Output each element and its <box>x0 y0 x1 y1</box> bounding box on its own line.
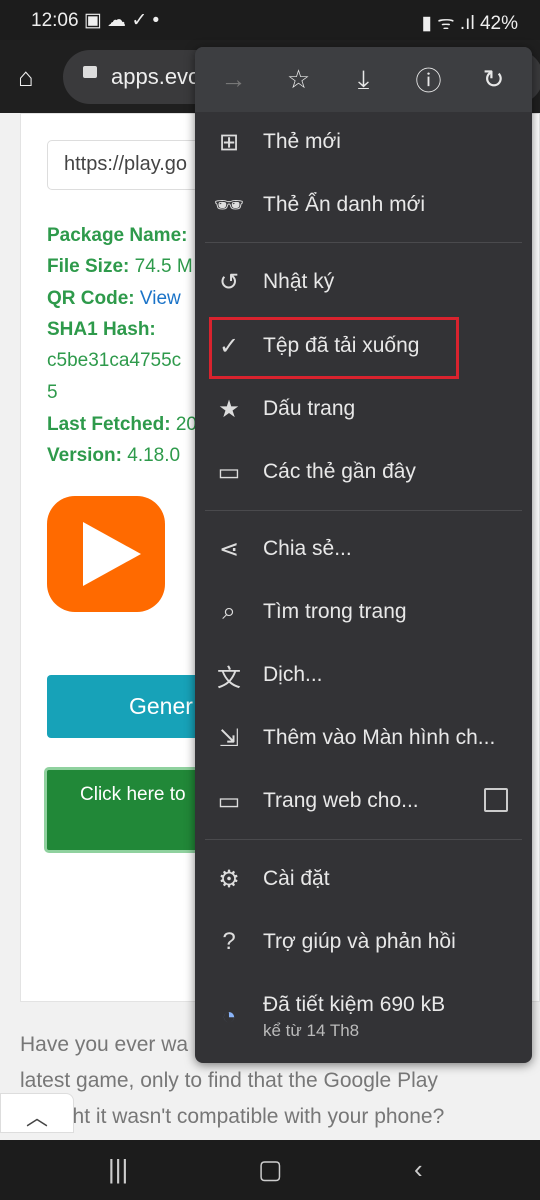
speedometer-icon: ◔ <box>221 1003 237 1030</box>
find-icon: ⌕ <box>222 598 236 625</box>
menu-item[interactable]: ↺ Nhật ký <box>195 254 532 310</box>
menu-item-label: Nhật ký <box>263 270 335 293</box>
notification-icons: ▣ ☁ ✓ • <box>83 10 160 31</box>
menu-item-label: Trợ giúp và phản hồi <box>263 930 456 953</box>
version-value: 4.18.0 <box>127 445 181 466</box>
history-icon: ↺ <box>218 268 240 296</box>
menu-item-label: Thẻ Ẩn danh mới <box>263 193 426 216</box>
app-logo <box>47 496 165 612</box>
sha-value-tail: 5 <box>47 382 58 403</box>
add-home-icon: ⇲ <box>218 724 240 752</box>
chevron-up-icon: ︿ <box>25 1105 48 1130</box>
menu-item[interactable]: ⋖ Chia sẻ... <box>195 521 532 577</box>
lock-icon <box>83 66 97 78</box>
desktop-site-checkbox[interactable] <box>484 788 508 812</box>
menu-item[interactable]: 文 Dịch... <box>195 647 532 703</box>
settings-icon: ⚙ <box>218 865 240 893</box>
bookmark-star-icon: ★ <box>218 395 240 423</box>
divider <box>205 839 522 840</box>
menu-item-label: Các thẻ gần đây <box>263 460 416 483</box>
highlight-box <box>209 317 459 379</box>
recents-icon[interactable]: ||| <box>108 1154 128 1185</box>
signal-icons: ▮ ᯤ .ıl <box>421 13 480 34</box>
forward-icon[interactable]: → <box>214 64 254 95</box>
menu-item[interactable]: ⚙ Cài đặt <box>195 851 532 907</box>
menu-item[interactable]: ? Trợ giúp và phản hồi <box>195 914 532 970</box>
savings-title: Đã tiết kiệm 690 kB <box>263 993 446 1016</box>
home-button-icon[interactable]: ▢ <box>258 1154 283 1185</box>
menu-item-label: Trang web cho... <box>263 789 419 812</box>
package-label: Package Name: <box>47 225 188 246</box>
menu-item[interactable]: ▭ Trang web cho... <box>195 773 532 829</box>
menu-item-label: Dịch... <box>263 663 323 686</box>
data-savings-item[interactable]: ◔ Đã tiết kiệm 690 kB kể từ 14 Th8 <box>195 987 532 1047</box>
help-icon: ? <box>222 928 236 955</box>
sha-label: SHA1 Hash: <box>47 319 156 340</box>
menu-item-label: Thêm vào Màn hình ch... <box>263 726 496 749</box>
incognito-icon: 🕶 <box>213 191 245 219</box>
menu-item-label: Tìm trong trang <box>263 600 407 623</box>
filesize-value: 74.5 M <box>134 256 193 277</box>
menu-item-label: Thẻ mới <box>263 130 341 153</box>
new-tab-icon: ⊞ <box>218 128 240 156</box>
refresh-icon[interactable]: ↻ <box>474 64 514 95</box>
home-icon[interactable]: ⌂ <box>18 62 46 92</box>
savings-subtitle: kể từ 14 Th8 <box>263 1021 360 1040</box>
menu-toolbar: → ☆ ⤓ ⓘ ↻ <box>195 47 532 112</box>
menu-item[interactable]: ⊞ Thẻ mới <box>195 114 532 170</box>
browser-menu: → ☆ ⤓ ⓘ ↻ ⊞ Thẻ mới 🕶 Thẻ Ẩn danh mới ↺ Nhật … <box>195 47 532 1063</box>
system-nav-bar: ||| ▢ ‹ <box>0 1140 540 1200</box>
download-icon[interactable]: ⤓ <box>344 64 384 96</box>
share-icon: ⋖ <box>218 535 240 563</box>
sha-value: c5be31ca4755c <box>47 350 182 371</box>
translate-icon: 文 <box>217 664 241 692</box>
scroll-top-button[interactable]: ︿ <box>0 1093 74 1133</box>
qr-view-link[interactable]: View <box>140 288 181 309</box>
back-icon[interactable]: ‹ <box>414 1154 423 1185</box>
divider <box>205 510 522 511</box>
star-icon[interactable]: ☆ <box>279 64 319 95</box>
devices-icon: ▭ <box>217 458 241 486</box>
info-icon[interactable]: ⓘ <box>409 61 449 98</box>
divider <box>205 242 522 243</box>
url-text: apps.evo <box>111 64 201 89</box>
menu-item[interactable]: 🕶 Thẻ Ẩn danh mới <box>195 177 532 233</box>
menu-item[interactable]: ★ Dấu trang <box>195 381 532 437</box>
clock: 12:06 <box>31 10 79 31</box>
desktop-icon: ▭ <box>217 787 241 815</box>
menu-item-label: Cài đặt <box>263 867 330 890</box>
menu-item[interactable]: ⇲ Thêm vào Màn hình ch... <box>195 710 532 766</box>
menu-item-label: Dấu trang <box>263 397 356 420</box>
qr-label: QR Code: <box>47 288 135 309</box>
filesize-label: File Size: <box>47 256 130 277</box>
fetched-label: Last Fetched: <box>47 414 171 435</box>
paragraph-line: thought it wasn't compatible with your p… <box>20 1105 445 1128</box>
fetched-value: 20 <box>175 414 197 435</box>
status-bar: 12:06 ▣ ☁ ✓ • ▮ ᯤ .ıl 42% <box>0 0 540 40</box>
menu-item-label: Chia sẻ... <box>263 537 352 560</box>
battery-level: 42% <box>479 13 518 34</box>
menu-item[interactable]: ▭ Các thẻ gần đây <box>195 444 532 500</box>
menu-item[interactable]: ⌕ Tìm trong trang <box>195 584 532 640</box>
paragraph-line: latest game, only to find that the Googl… <box>20 1069 438 1092</box>
version-label: Version: <box>47 445 122 466</box>
